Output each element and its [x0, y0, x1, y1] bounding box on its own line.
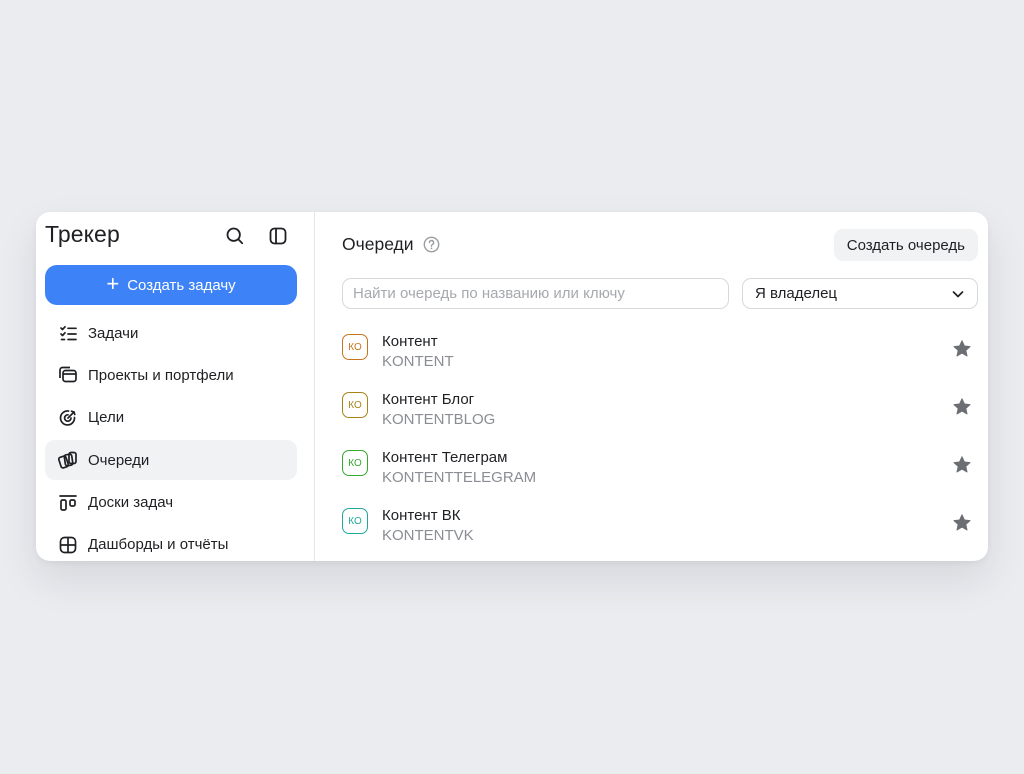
sidebar-item-tasks[interactable]: Задачи	[45, 313, 297, 353]
queue-list: КО Контент KONTENT КО Контент Блог KONTE…	[342, 332, 978, 561]
sidebar-item-label: Цели	[88, 409, 125, 427]
queue-name[interactable]: Контент Блог	[382, 390, 495, 410]
boards-icon	[58, 493, 78, 513]
goals-icon	[58, 408, 78, 428]
queue-row[interactable]: КО Контент KONTENT	[342, 332, 978, 390]
queue-row[interactable]: КО Контент Блог KONTENTBLOG	[342, 390, 978, 448]
projects-icon	[58, 365, 78, 385]
queue-text: Контент KONTENT	[382, 332, 454, 372]
title-row: Очереди	[342, 234, 440, 255]
sidebar: Трекер + Создать задачу Задачи Проекты и…	[36, 212, 315, 561]
sidebar-item-label: Доски задач	[88, 494, 174, 512]
sidebar-item-label: Дашборды и отчёты	[88, 536, 229, 554]
sidebar-item-label: Очереди	[88, 451, 150, 469]
star-icon[interactable]	[952, 339, 972, 359]
sidebar-item-dashboards[interactable]: Дашборды и отчёты	[45, 525, 297, 561]
search-button[interactable]	[221, 222, 249, 250]
queue-row[interactable]: КО Контент ВК KONTENTVK	[342, 506, 978, 561]
plus-icon: +	[106, 271, 120, 296]
search-icon	[226, 227, 244, 245]
queue-avatar: КО	[342, 450, 368, 476]
page-title: Очереди	[342, 234, 414, 254]
app-brand[interactable]: Трекер	[45, 221, 120, 248]
queue-key: KONTENTTELEGRAM	[382, 469, 537, 486]
queue-key: KONTENT	[382, 353, 454, 370]
owner-filter-value: Я владелец	[755, 285, 838, 302]
star-icon[interactable]	[952, 455, 972, 475]
queue-text: Контент ВК KONTENTVK	[382, 506, 474, 546]
main-content: Очереди Создать очередь Я владелец КО К	[315, 212, 988, 561]
queue-name[interactable]: Контент Телеграм	[382, 448, 536, 468]
sidebar-item-goals[interactable]: Цели	[45, 398, 297, 438]
sidebar-item-label: Задачи	[88, 324, 139, 342]
owner-filter-select[interactable]: Я владелец	[742, 278, 978, 309]
queue-avatar: КО	[342, 508, 368, 534]
sidebar-item-queues[interactable]: Очереди	[45, 440, 297, 481]
queue-key: KONTENTBLOG	[382, 411, 496, 428]
queue-row[interactable]: КО Контент Телеграм KONTENTTELEGRAM	[342, 448, 978, 506]
queue-avatar: КО	[342, 392, 368, 418]
help-button[interactable]	[423, 236, 440, 253]
queue-text: Контент Блог KONTENTBLOG	[382, 390, 495, 430]
tasks-icon	[58, 323, 78, 343]
sidebar-item-boards[interactable]: Доски задач	[45, 483, 297, 523]
sidebar-item-projects[interactable]: Проекты и портфели	[45, 355, 297, 395]
dashboards-icon	[58, 535, 78, 555]
queue-name[interactable]: Контент ВК	[382, 506, 474, 526]
create-queue-button[interactable]: Создать очередь	[833, 229, 978, 261]
queue-avatar: КО	[342, 334, 368, 360]
chevron-down-icon	[952, 290, 964, 297]
queue-search-input[interactable]	[342, 278, 729, 309]
queue-name[interactable]: Контент	[382, 332, 454, 352]
toggle-sidebar-button[interactable]	[264, 222, 292, 250]
queue-text: Контент Телеграм KONTENTTELEGRAM	[382, 448, 536, 488]
sidebar-panel-icon	[269, 227, 287, 245]
star-icon[interactable]	[952, 397, 972, 417]
sidebar-item-label: Проекты и портфели	[88, 366, 234, 384]
create-task-button[interactable]: + Создать задачу	[45, 265, 297, 305]
question-icon	[423, 236, 439, 253]
queue-key: KONTENTVK	[382, 527, 474, 544]
star-icon[interactable]	[952, 513, 972, 533]
queues-icon	[58, 450, 78, 470]
tracker-window: Трекер + Создать задачу Задачи Проекты и…	[36, 212, 988, 561]
sidebar-nav: Задачи Проекты и портфели Цели Очереди Д…	[45, 313, 297, 561]
create-task-label: Создать задачу	[127, 276, 236, 294]
